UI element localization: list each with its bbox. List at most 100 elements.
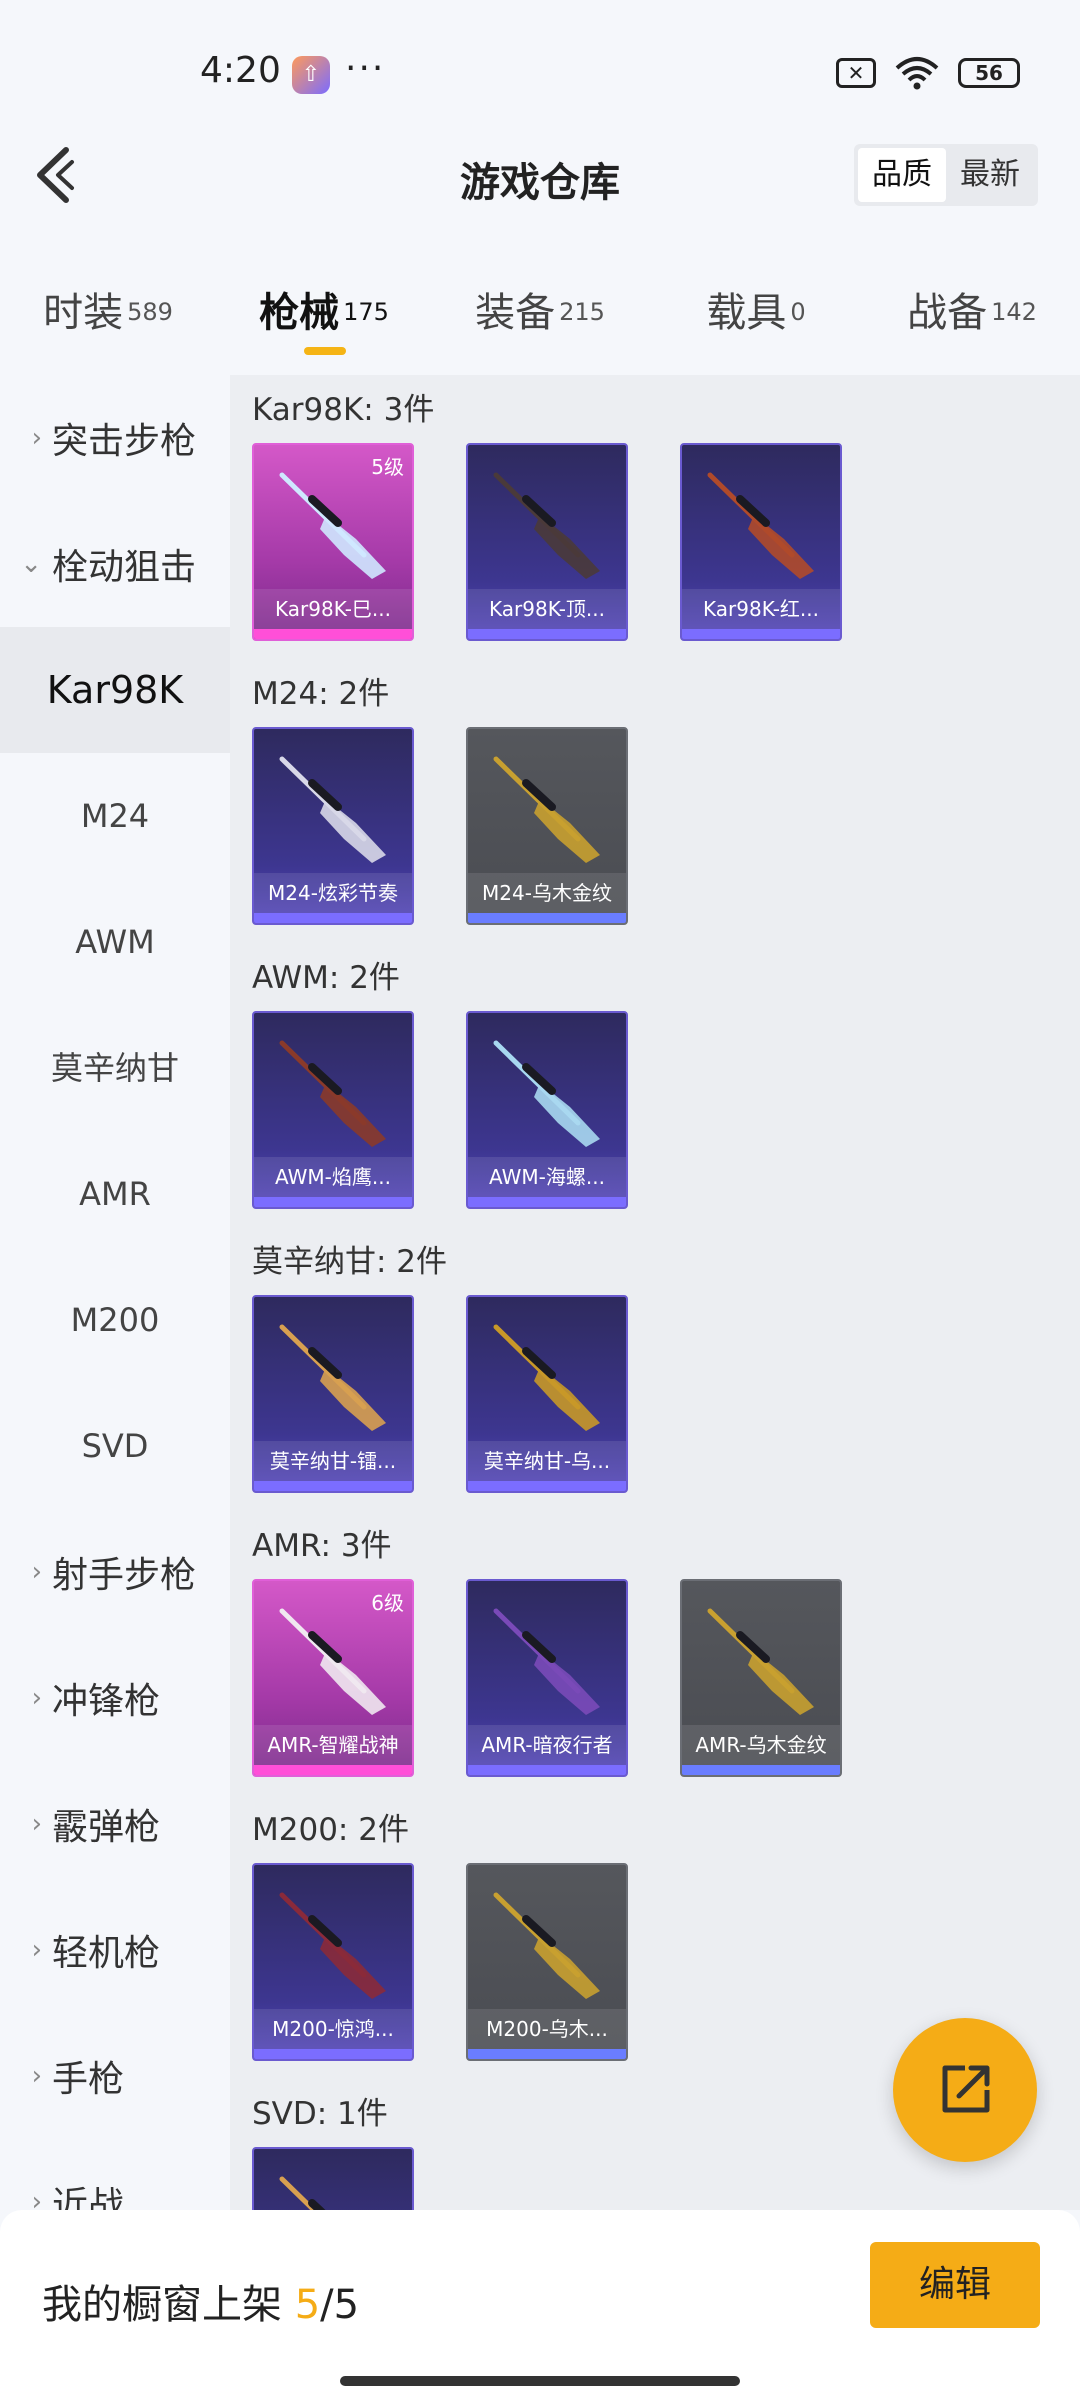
weapon-card[interactable]: M200-乌木... — [466, 1863, 628, 2061]
share-icon — [942, 2065, 990, 2113]
share-button[interactable] — [893, 2018, 1037, 2162]
home-indicator[interactable] — [340, 2376, 740, 2386]
gun-image — [707, 472, 814, 579]
sidebar-sub-item-Kar98K[interactable]: Kar98K — [0, 627, 230, 753]
sidebar-sub-item-AMR[interactable]: AMR — [0, 1131, 230, 1257]
weapon-card[interactable]: 莫辛纳甘-乌... — [466, 1295, 628, 1493]
tab-active-indicator — [304, 347, 346, 355]
showcase-total-count: 5 — [333, 2282, 360, 2328]
tab-count: 0 — [790, 297, 806, 326]
weapon-group: 莫辛纳甘: 2件莫辛纳甘-镭... 莫辛纳甘-乌... — [230, 1227, 1080, 1511]
tab-label: 战备 — [907, 290, 988, 336]
rarity-bar — [468, 2049, 626, 2059]
sidebar-category-label: 突击步枪 — [52, 421, 197, 462]
weapon-card[interactable]: Kar98K-红... — [680, 443, 842, 641]
gun-image — [279, 1892, 386, 1999]
rarity-bar — [468, 1765, 626, 1775]
sidebar-category-label: 射手步枪 — [52, 1555, 197, 1596]
tab-label: 装备 — [475, 290, 556, 336]
chevron-down-icon: ⌄ — [20, 549, 42, 579]
sidebar: › 突击步枪 ⌄ 栓动狙击 Kar98K M24 AWM 莫辛纳甘 AMR M200 SVD › 射手步… — [0, 375, 230, 2210]
chevron-right-icon: › — [31, 2187, 42, 2210]
gun-image — [707, 1608, 814, 1715]
sidebar-category-label: 轻机枪 — [52, 1933, 161, 1974]
tab-战备[interactable]: 战备 142 — [864, 270, 1080, 375]
sidebar-sub-item-M200[interactable]: M200 — [0, 1257, 230, 1383]
weapon-card[interactable]: Kar98K-顶... — [466, 443, 628, 641]
rarity-bar — [468, 1197, 626, 1207]
card-row: AWM-焰鹰... AWM-海螺... — [252, 1001, 1080, 1227]
weapon-card[interactable]: M200-惊鸿... — [252, 1863, 414, 2061]
group-title: 莫辛纳甘: 2件 — [252, 1244, 448, 1280]
weapon-name: AMR-暗夜行者 — [468, 1725, 626, 1765]
group-title: AMR: 3件 — [252, 1528, 392, 1564]
group-title: AWM: 2件 — [252, 960, 400, 996]
weapon-card[interactable]: AMR-暗夜行者 — [466, 1579, 628, 1777]
sidebar-category-手枪[interactable]: › 手枪 — [0, 2013, 230, 2139]
weapon-card[interactable]: AWM-海螺... — [466, 1011, 628, 1209]
showcase-label: 我的橱窗上架 — [42, 2282, 282, 2328]
weapon-card[interactable]: AWM-焰鹰... — [252, 1011, 414, 1209]
more-dots-icon: ··· — [345, 48, 386, 89]
back-button[interactable] — [24, 140, 94, 210]
tab-时装[interactable]: 时装 589 — [0, 270, 216, 375]
weapon-name: AMR-乌木金纹 — [682, 1725, 840, 1765]
sidebar-category-突击步枪[interactable]: › 突击步枪 — [0, 375, 230, 501]
tab-label: 载具 — [706, 290, 787, 336]
weapon-card[interactable] — [252, 2147, 414, 2210]
group-title: M200: 2件 — [252, 1812, 409, 1848]
weapon-card[interactable]: 5级 Kar98K-巳... — [252, 443, 414, 641]
tab-count: 142 — [991, 297, 1037, 326]
sort-newest-button[interactable]: 最新 — [946, 148, 1034, 202]
weapon-name: M24-炫彩节奏 — [254, 873, 412, 913]
weapon-card[interactable]: 莫辛纳甘-镭... — [252, 1295, 414, 1493]
group-title: M24: 2件 — [252, 676, 390, 712]
chevron-right-icon: › — [31, 2061, 42, 2091]
rarity-bar — [254, 629, 412, 639]
header: 游戏仓库 品质 最新 — [0, 140, 1080, 270]
card-row: 6级 AMR-智耀战神 AMR-暗夜行者 AMR-乌木金纹 — [252, 1569, 1080, 1795]
weapon-card[interactable]: M24-乌木金纹 — [466, 727, 628, 925]
weapon-name: Kar98K-巳... — [254, 589, 412, 629]
category-tabs: 时装 589 枪械 175 装备 215 载具 0 战备 142 — [0, 270, 1080, 375]
tab-label: 枪械 — [259, 290, 340, 336]
sidebar-category-霰弹枪[interactable]: › 霰弹枪 — [0, 1761, 230, 1887]
sidebar-sub-item-M24[interactable]: M24 — [0, 753, 230, 879]
sidebar-category-近战[interactable]: › 近战 — [0, 2139, 230, 2210]
rarity-bar — [682, 629, 840, 639]
edit-button[interactable]: 编辑 — [870, 2242, 1040, 2328]
gun-image — [279, 756, 386, 863]
sidebar-category-label: 手枪 — [52, 2059, 125, 2100]
gun-image — [279, 1324, 386, 1431]
sidebar-sub-item-SVD[interactable]: SVD — [0, 1383, 230, 1509]
sort-quality-button[interactable]: 品质 — [858, 148, 946, 202]
tab-枪械[interactable]: 枪械 175 — [216, 270, 432, 375]
weapon-name: M200-惊鸿... — [254, 2009, 412, 2049]
battery-icon: 56 — [958, 58, 1020, 88]
weapon-card[interactable]: 6级 AMR-智耀战神 — [252, 1579, 414, 1777]
tab-count: 175 — [343, 297, 389, 326]
rarity-bar — [468, 913, 626, 923]
sidebar-sub-item-莫辛纳甘[interactable]: 莫辛纳甘 — [0, 1005, 230, 1131]
weapon-name: AWM-海螺... — [468, 1157, 626, 1197]
wifi-icon — [895, 57, 939, 90]
sidebar-category-label: 冲锋枪 — [52, 1681, 161, 1722]
status-icons: ✕ 56 — [836, 56, 1020, 90]
tab-装备[interactable]: 装备 215 — [432, 270, 648, 375]
showcase-status: 我的橱窗上架 5/5 — [42, 2272, 359, 2330]
sidebar-category-轻机枪[interactable]: › 轻机枪 — [0, 1887, 230, 2013]
gun-image — [493, 1892, 600, 1999]
tab-载具[interactable]: 载具 0 — [648, 270, 864, 375]
weapon-card[interactable]: M24-炫彩节奏 — [252, 727, 414, 925]
sidebar-sub-item-AWM[interactable]: AWM — [0, 879, 230, 1005]
showcase-current-count: 5 — [294, 2282, 321, 2328]
sidebar-category-栓动狙击[interactable]: ⌄ 栓动狙击 — [0, 501, 230, 627]
card-row: 5级 Kar98K-巳... Kar98K-顶... Kar98K-红... — [252, 433, 1080, 659]
weapon-group: AMR: 3件 6级 AMR-智耀战神 AMR-暗夜行者 AMR-乌木金纹 — [230, 1511, 1080, 1795]
gun-image — [493, 1324, 600, 1431]
group-title: Kar98K: 3件 — [252, 392, 435, 428]
status-time: 4:20 — [200, 50, 281, 91]
sidebar-category-冲锋枪[interactable]: › 冲锋枪 — [0, 1635, 230, 1761]
sidebar-category-射手步枪[interactable]: › 射手步枪 — [0, 1509, 230, 1635]
weapon-card[interactable]: AMR-乌木金纹 — [680, 1579, 842, 1777]
